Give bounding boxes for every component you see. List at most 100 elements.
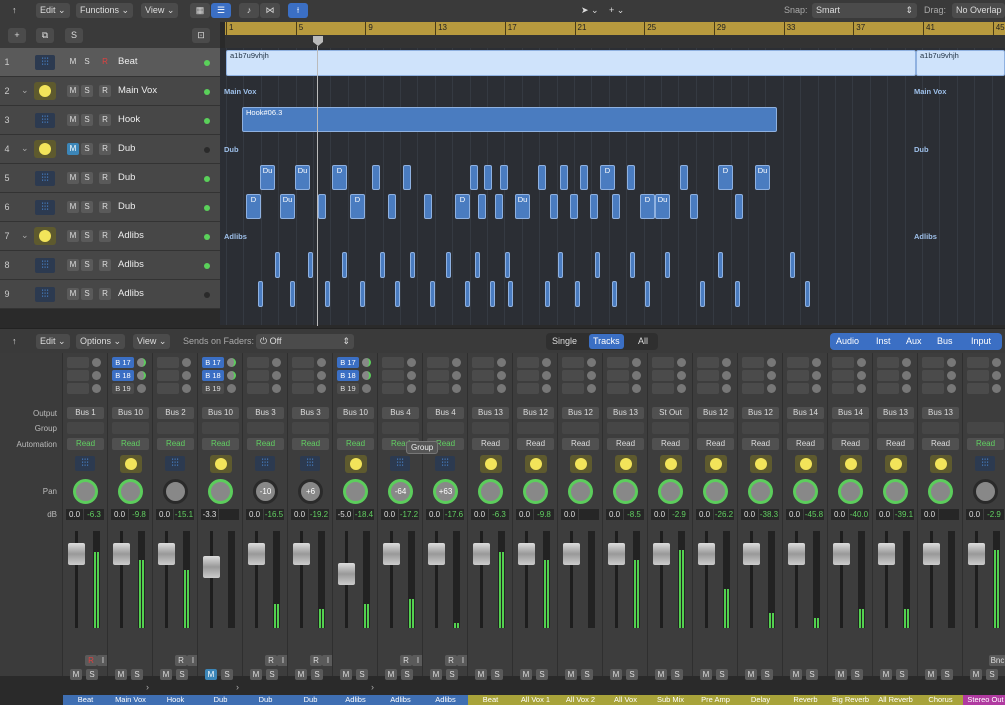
solo-button[interactable]: S	[356, 669, 368, 680]
send-slot[interactable]	[967, 383, 989, 394]
dub-region[interactable]: Du	[260, 165, 275, 190]
send-slot[interactable]	[787, 370, 809, 381]
channel-name[interactable]: Pre Amp	[693, 695, 738, 705]
channel-name[interactable]: Beat	[63, 695, 108, 705]
channel-name[interactable]: Hook	[153, 695, 198, 705]
adlibs-region[interactable]	[575, 281, 580, 307]
track-name[interactable]: Adlibs	[118, 288, 144, 299]
automation-button[interactable]: Read	[697, 438, 734, 450]
send-level-knob[interactable]	[902, 371, 911, 380]
solo-button[interactable]: S	[131, 669, 143, 680]
view-tab-tracks[interactable]: Tracks	[589, 334, 624, 349]
adlibs-region[interactable]	[718, 252, 723, 278]
channel-name[interactable]: Sub Mix	[648, 695, 693, 705]
send-level-knob[interactable]	[767, 358, 776, 367]
track-on-indicator[interactable]	[204, 292, 210, 298]
adlibs-region[interactable]	[595, 252, 600, 278]
channel-name[interactable]: Dub	[198, 695, 243, 705]
channel-name[interactable]: Adlibs	[423, 695, 468, 705]
output-button[interactable]: Bus 13	[607, 407, 644, 419]
peak-value[interactable]: -38.3	[759, 509, 779, 520]
send-level-knob[interactable]	[272, 358, 281, 367]
dub-region[interactable]	[690, 194, 698, 219]
solo-button[interactable]: S	[266, 669, 278, 680]
automation-button[interactable]: Read	[247, 438, 284, 450]
send-slot[interactable]: B 19	[202, 383, 224, 394]
adlibs-region[interactable]	[612, 281, 617, 307]
send-level-knob[interactable]	[587, 371, 596, 380]
pan-knob[interactable]	[523, 479, 548, 504]
catch-playhead-icon[interactable]: ⟊	[288, 3, 308, 18]
track-on-indicator[interactable]	[204, 89, 210, 95]
channel-name[interactable]: Delay	[738, 695, 783, 705]
volume-value[interactable]: -3.3	[201, 509, 218, 520]
automation-button[interactable]: Read	[337, 438, 374, 450]
filter-tab-input[interactable]: Input	[967, 334, 995, 349]
adlibs-region[interactable]	[665, 252, 670, 278]
volume-value[interactable]: 0.0	[876, 509, 893, 520]
adlibs-region[interactable]	[490, 281, 495, 307]
output-button[interactable]: Bus 13	[922, 407, 959, 419]
automation-button[interactable]: Read	[832, 438, 869, 450]
solo-button[interactable]: S	[221, 669, 233, 680]
pan-knob[interactable]	[973, 479, 998, 504]
volume-value[interactable]: 0.0	[471, 509, 488, 520]
global-solo-button[interactable]: S	[65, 28, 83, 43]
send-slot[interactable]	[247, 370, 269, 381]
send-level-knob[interactable]	[497, 371, 506, 380]
mute-button[interactable]: M	[67, 230, 79, 242]
pan-knob[interactable]	[793, 479, 818, 504]
record-button[interactable]: R	[99, 201, 111, 213]
record-enable-button[interactable]: R	[265, 655, 277, 666]
send-slot[interactable]	[292, 383, 314, 394]
send-slot[interactable]: B 17	[337, 357, 359, 368]
send-slot[interactable]	[562, 383, 584, 394]
beat-region[interactable]: a1b7u9vhjh	[916, 50, 1005, 76]
back-arrow-icon[interactable]: ↑	[8, 3, 21, 18]
record-button[interactable]: R	[99, 85, 111, 97]
volume-fader[interactable]	[113, 543, 130, 565]
mute-button[interactable]: M	[67, 172, 79, 184]
dub-region[interactable]: D	[640, 194, 655, 219]
automation-button[interactable]: Read	[922, 438, 959, 450]
send-level-knob[interactable]	[92, 358, 101, 367]
solo-button[interactable]: S	[401, 669, 413, 680]
volume-fader[interactable]	[608, 543, 625, 565]
record-enable-button[interactable]: R	[310, 655, 322, 666]
automation-button[interactable]: Read	[652, 438, 689, 450]
send-slot[interactable]	[877, 370, 899, 381]
send-slot[interactable]	[787, 383, 809, 394]
dub-region[interactable]: Du	[755, 165, 770, 190]
send-level-knob[interactable]	[137, 371, 146, 380]
solo-button[interactable]: S	[716, 669, 728, 680]
mute-button[interactable]: M	[67, 201, 79, 213]
send-slot[interactable]	[382, 357, 404, 368]
pan-knob[interactable]	[748, 479, 773, 504]
send-level-knob[interactable]	[497, 358, 506, 367]
group-slot[interactable]	[787, 422, 824, 434]
pan-knob[interactable]	[163, 479, 188, 504]
send-level-knob[interactable]	[407, 358, 416, 367]
channel-name[interactable]: Reverb	[783, 695, 828, 705]
channel-name[interactable]: All Vox 1	[513, 695, 558, 705]
track-on-indicator[interactable]	[204, 234, 210, 240]
dub-region[interactable]	[495, 194, 503, 219]
volume-value[interactable]: 0.0	[921, 509, 938, 520]
pan-knob[interactable]	[343, 479, 368, 504]
group-slot[interactable]	[832, 422, 869, 434]
send-slot[interactable]	[922, 370, 944, 381]
dub-region[interactable]	[550, 194, 558, 219]
volume-fader[interactable]	[968, 543, 985, 565]
mute-button[interactable]: M	[520, 669, 532, 680]
send-level-knob[interactable]	[902, 384, 911, 393]
peak-value[interactable]: -9.8	[534, 509, 554, 520]
track-on-indicator[interactable]	[204, 147, 210, 153]
adlibs-region[interactable]	[645, 281, 650, 307]
send-slot[interactable]	[967, 357, 989, 368]
send-level-knob[interactable]	[587, 384, 596, 393]
channel-name[interactable]: All Vox 2	[558, 695, 603, 705]
adlibs-region[interactable]	[380, 252, 385, 278]
tracks-area[interactable]: a1b7u9vhjh a1b7u9vhjh Hook#06.3 Main Vox Mai…	[220, 48, 1005, 325]
pan-knob[interactable]	[478, 479, 503, 504]
automation-button[interactable]: Read	[877, 438, 914, 450]
